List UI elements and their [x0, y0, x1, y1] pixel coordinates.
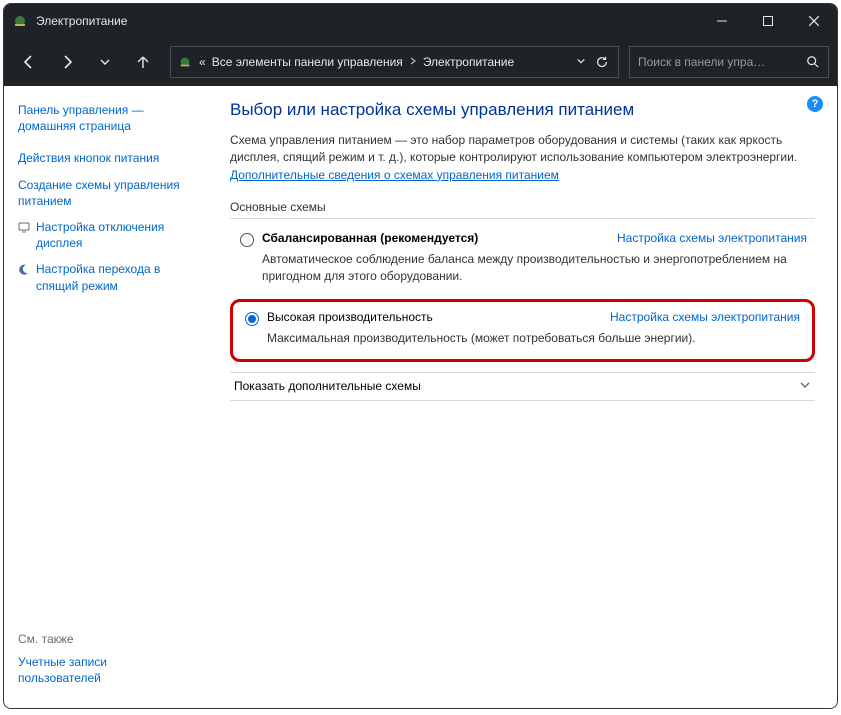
page-title: Выбор или настройка схемы управления пит…	[230, 100, 815, 120]
sidebar: Панель управления — домашняя страница Де…	[4, 86, 214, 708]
breadcrumb-power-options[interactable]: Электропитание	[423, 55, 514, 69]
sidebar-create-plan-link[interactable]: Создание схемы управления питанием	[18, 177, 202, 209]
plan-balanced: Сбалансированная (рекомендуется) Настрой…	[230, 225, 815, 293]
help-icon[interactable]: ?	[807, 96, 823, 112]
sidebar-home-line1: Панель управления —	[18, 103, 144, 117]
forward-button[interactable]	[50, 45, 84, 79]
intro-link[interactable]: Дополнительные сведения о схемах управле…	[230, 168, 559, 182]
window-frame: Электропитание « Все элем	[3, 3, 838, 709]
plan-balanced-desc: Автоматическое соблюдение баланса между …	[262, 251, 807, 285]
chevron-right-icon	[409, 57, 417, 68]
recent-dropdown-button[interactable]	[88, 45, 122, 79]
intro-paragraph: Схема управления питанием — это набор па…	[230, 132, 815, 184]
sidebar-display-off-link[interactable]: Настройка отключения дисплея	[36, 219, 164, 251]
radio-balanced[interactable]	[240, 233, 254, 247]
plan-balanced-title: Сбалансированная (рекомендуется)	[262, 231, 609, 245]
sleep-settings-icon	[18, 263, 30, 275]
address-bar[interactable]: « Все элементы панели управления Электро…	[170, 46, 619, 78]
breadcrumb-prefix: «	[199, 55, 206, 69]
plan-high-title: Высокая производительность	[267, 310, 602, 324]
breadcrumb-all-items[interactable]: Все элементы панели управления	[212, 55, 403, 69]
section-label-basic-plans: Основные схемы	[230, 200, 815, 219]
show-additional-plans-label: Показать дополнительные схемы	[234, 379, 421, 393]
up-button[interactable]	[126, 45, 160, 79]
address-dropdown-icon[interactable]	[576, 55, 586, 69]
search-icon[interactable]	[806, 55, 820, 69]
body: Панель управления — домашняя страница Де…	[4, 86, 837, 708]
display-settings-icon	[18, 221, 30, 233]
minimize-button[interactable]	[699, 4, 745, 38]
sidebar-sleep-link[interactable]: Настройка перехода в спящий режим	[36, 261, 160, 293]
plan-high-settings-link[interactable]: Настройка схемы электропитания	[610, 310, 800, 324]
maximize-button[interactable]	[745, 4, 791, 38]
show-additional-plans[interactable]: Показать дополнительные схемы	[230, 372, 815, 401]
see-also-label: См. также	[18, 632, 202, 646]
sidebar-user-accounts-link[interactable]: Учетные записи пользователей	[18, 654, 202, 686]
sidebar-home-link[interactable]: Панель управления — домашняя страница	[18, 102, 202, 134]
back-button[interactable]	[12, 45, 46, 79]
search-input[interactable]	[638, 55, 798, 69]
main-content: ? Выбор или настройка схемы управления п…	[214, 86, 837, 708]
radio-high-performance[interactable]	[245, 312, 259, 326]
refresh-button[interactable]	[592, 46, 612, 78]
window-title: Электропитание	[36, 14, 127, 28]
plan-balanced-settings-link[interactable]: Настройка схемы электропитания	[617, 231, 807, 245]
power-app-icon	[12, 13, 28, 29]
plan-high-performance: Высокая производительность Настройка схе…	[230, 299, 815, 362]
titlebar: Электропитание	[4, 4, 837, 38]
close-button[interactable]	[791, 4, 837, 38]
sidebar-home-line2: домашняя страница	[18, 119, 131, 133]
search-box[interactable]	[629, 46, 829, 78]
power-location-icon	[177, 54, 193, 70]
sidebar-button-actions-link[interactable]: Действия кнопок питания	[18, 150, 202, 166]
navbar: « Все элементы панели управления Электро…	[4, 38, 837, 86]
chevron-down-icon	[799, 379, 811, 394]
plan-high-desc: Максимальная производительность (может п…	[267, 330, 800, 347]
intro-text: Схема управления питанием — это набор па…	[230, 133, 797, 164]
